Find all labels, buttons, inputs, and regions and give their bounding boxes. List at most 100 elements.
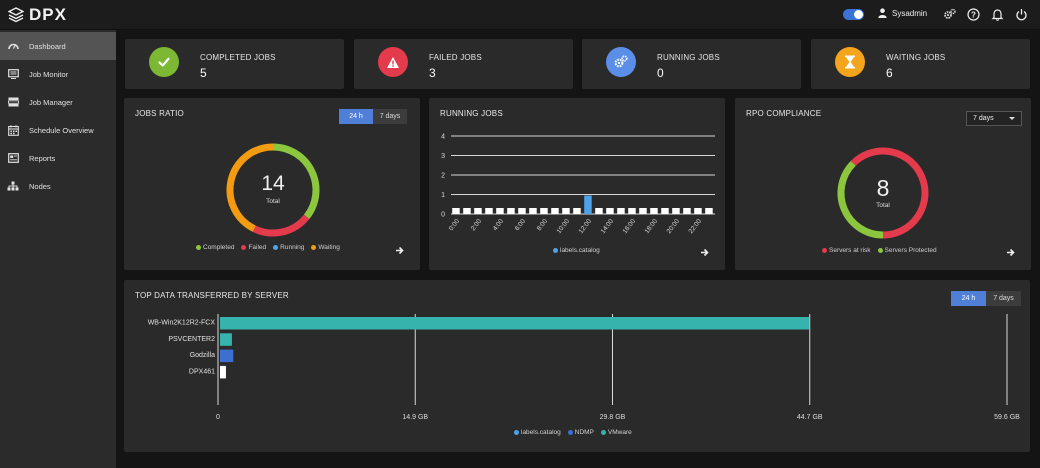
- stat-card-waiting[interactable]: WAITING JOBS 6: [811, 39, 1030, 89]
- arrow-right-icon[interactable]: [1006, 248, 1015, 257]
- top-bar: DPX Sysadmin ?: [0, 0, 1040, 30]
- legend-item[interactable]: Servers at risk: [822, 247, 871, 254]
- bar-placeholder: [573, 208, 581, 214]
- sidebar-item-job-monitor[interactable]: Job Monitor: [0, 60, 116, 88]
- stat-card-failed[interactable]: FAILED JOBS 3: [354, 39, 573, 89]
- rpo-compliance-panel: RPO COMPLIANCE 7 days 8 Total Servers at…: [735, 98, 1031, 270]
- donut-total-label: Total: [876, 202, 890, 209]
- bar-placeholder: [639, 208, 647, 214]
- gears-icon: [606, 47, 636, 77]
- reports-icon: [7, 152, 19, 164]
- sidebar-item-label: Job Monitor: [29, 69, 69, 79]
- bar-placeholder: [496, 208, 504, 214]
- y-tick-label: 3: [441, 153, 445, 160]
- toggle-24h[interactable]: 24 h: [339, 109, 373, 124]
- sidebar-item-job-manager[interactable]: Job Manager: [0, 88, 116, 116]
- bar-data-transferred: [220, 317, 810, 330]
- y-tick-label: 1: [441, 192, 445, 199]
- sidebar-item-reports[interactable]: Reports: [0, 144, 116, 172]
- bar-placeholder: [551, 208, 559, 214]
- category-label: WB-Win2K12R2-FCX: [148, 320, 216, 327]
- bar-placeholder: [463, 208, 471, 214]
- x-tick-label: 2:00: [470, 218, 484, 233]
- sidebar-item-label: Schedule Overview: [29, 125, 94, 135]
- range-dropdown[interactable]: 7 days: [966, 111, 1022, 126]
- nodes-icon: [7, 180, 19, 192]
- donut-total-value: 14: [261, 172, 285, 195]
- legend-item[interactable]: VMware: [600, 429, 632, 436]
- legend-item[interactable]: NDMP: [567, 429, 594, 436]
- legend-dot: [196, 244, 201, 250]
- panel-title: RPO COMPLIANCE: [746, 109, 822, 118]
- legend-label: Servers at risk: [829, 247, 871, 254]
- legend-dot: [273, 244, 279, 250]
- bar-placeholder: [617, 208, 625, 214]
- user-menu[interactable]: Sysadmin: [878, 8, 927, 18]
- time-range-toggle: 24 h 7 days: [951, 291, 1021, 306]
- legend-item[interactable]: Running: [273, 244, 304, 251]
- legend-item[interactable]: Completed: [196, 244, 234, 251]
- logo[interactable]: DPX: [8, 5, 67, 25]
- user-icon: [878, 8, 887, 18]
- x-tick-label: 6:00: [514, 218, 528, 233]
- toggle-24h[interactable]: 24 h: [951, 291, 986, 306]
- svg-text:?: ?: [971, 10, 976, 19]
- legend-dot: [600, 429, 606, 435]
- legend-dot: [567, 429, 573, 435]
- bar-data-transferred: [220, 365, 226, 379]
- bar-placeholder: [540, 208, 548, 214]
- x-tick-label: 18:00: [644, 218, 660, 235]
- x-tick-label: 29.8 GB: [600, 414, 626, 421]
- sidebar-item-nodes[interactable]: Nodes: [0, 172, 116, 200]
- toggle-7days[interactable]: 7 days: [373, 109, 407, 124]
- sidebar-item-dashboard[interactable]: Dashboard: [0, 32, 116, 60]
- monitor-icon: [7, 68, 19, 80]
- arrow-right-icon[interactable]: [395, 246, 404, 255]
- top-data-legend: labels.catalog NDMP VMware: [514, 429, 632, 436]
- gears-icon[interactable]: [943, 8, 956, 21]
- x-tick-label: 16:00: [622, 218, 638, 235]
- bar-placeholder: [683, 208, 691, 214]
- donut-total-value: 8: [876, 175, 890, 201]
- power-icon[interactable]: [1015, 8, 1028, 21]
- bell-icon[interactable]: [991, 8, 1004, 21]
- toggle-7days[interactable]: 7 days: [986, 291, 1021, 306]
- stat-card-running[interactable]: RUNNING JOBS 0: [582, 39, 801, 89]
- bar-placeholder: [474, 208, 482, 214]
- calendar-icon: [7, 124, 19, 136]
- legend-label: Running: [280, 244, 305, 251]
- category-label: DPX461: [189, 368, 215, 375]
- arrow-right-icon[interactable]: [700, 248, 709, 257]
- x-tick-label: 8:00: [536, 218, 550, 233]
- top-data-panel: TOP DATA TRANSFERRED BY SERVER 24 h 7 da…: [124, 280, 1030, 452]
- category-label: Godzilla: [190, 352, 215, 359]
- stat-value: 5: [200, 66, 207, 80]
- stat-label: WAITING JOBS: [886, 53, 946, 62]
- category-label: PSVCENTER2: [168, 336, 215, 343]
- stat-card-completed[interactable]: COMPLETED JOBS 5: [125, 39, 344, 89]
- stat-label: RUNNING JOBS: [657, 53, 720, 62]
- jobs-ratio-legend: Completed Failed Running Waiting: [196, 244, 340, 251]
- legend-label: labels.catalog: [521, 429, 561, 436]
- jobs-ratio-panel: JOBS RATIO 24 h 7 days 14 Total Complete…: [124, 98, 420, 270]
- legend-item[interactable]: Failed: [241, 244, 266, 251]
- bar-placeholder: [705, 208, 713, 214]
- x-tick-label: 4:00: [492, 218, 506, 233]
- rpo-legend: Servers at risk Servers Protected: [822, 247, 937, 254]
- theme-toggle[interactable]: [843, 9, 864, 20]
- sidebar-item-schedule-overview[interactable]: Schedule Overview: [0, 116, 116, 144]
- legend-dot: [514, 429, 519, 435]
- legend-item[interactable]: labels.catalog: [514, 429, 561, 436]
- legend-dot: [241, 244, 247, 250]
- panel-title: JOBS RATIO: [135, 109, 184, 118]
- bar-data-transferred: [220, 333, 232, 346]
- running-jobs-legend[interactable]: labels.catalog: [553, 247, 600, 254]
- help-icon[interactable]: ?: [967, 8, 980, 21]
- toggle-knob: [854, 10, 863, 19]
- y-tick-label: 2: [441, 173, 445, 180]
- bar-placeholder: [518, 208, 526, 214]
- bar-placeholder: [650, 208, 658, 214]
- legend-item[interactable]: Servers Protected: [877, 247, 937, 254]
- chevron-down-icon: [1009, 117, 1015, 120]
- legend-item[interactable]: Waiting: [311, 244, 340, 251]
